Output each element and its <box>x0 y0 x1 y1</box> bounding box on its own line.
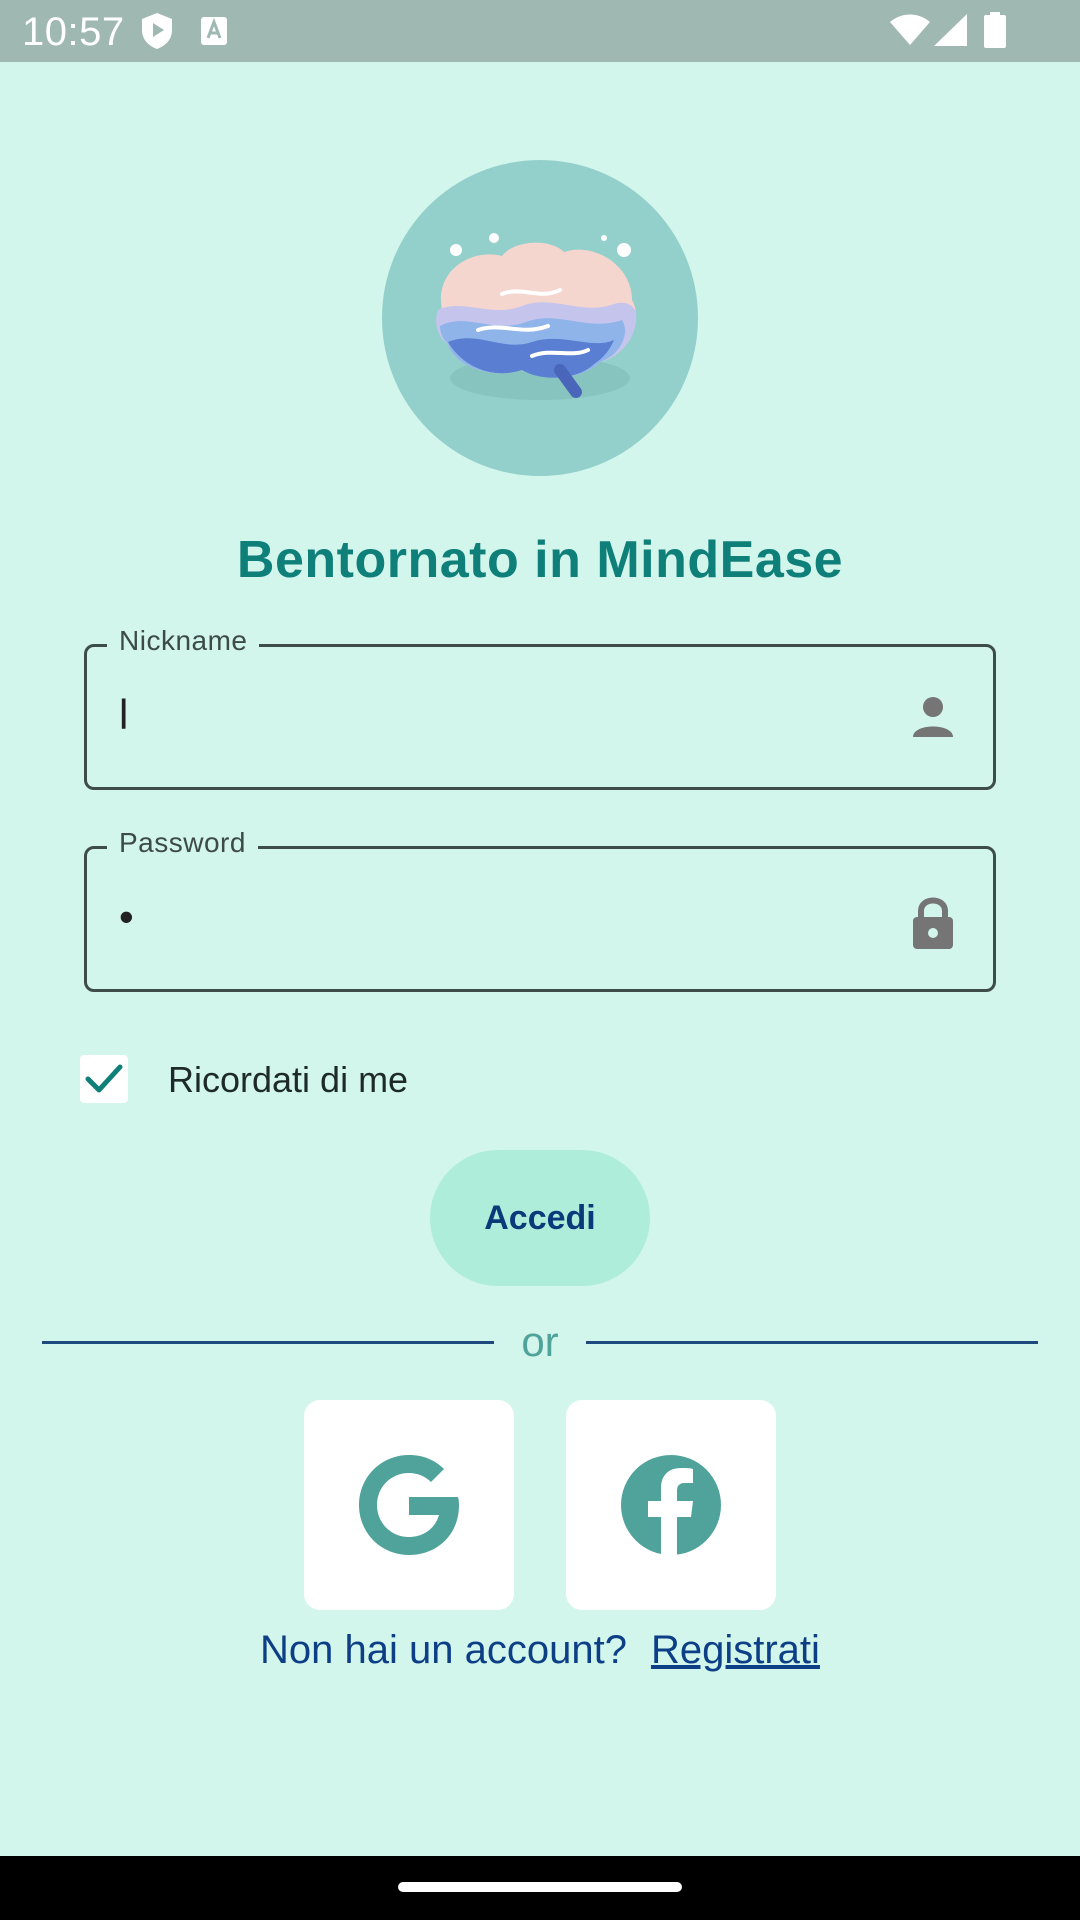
google-icon <box>359 1455 459 1555</box>
nickname-label: Nickname <box>107 625 260 657</box>
status-bar: 10:57 <box>0 0 1080 62</box>
divider-right <box>586 1341 1038 1344</box>
divider-left <box>42 1341 494 1344</box>
lock-icon <box>913 897 953 949</box>
keyboard-a-icon <box>201 17 227 45</box>
wifi-icon <box>890 14 930 45</box>
divider-or: or <box>521 1318 559 1365</box>
cellular-signal-icon <box>934 14 967 46</box>
person-icon <box>913 697 953 737</box>
nickname-field[interactable]: Nickname l <box>84 625 996 790</box>
signup-prompt: Non hai un account? Registrati <box>0 1628 1080 1673</box>
nickname-value[interactable]: l <box>119 691 128 739</box>
app-logo <box>382 160 698 476</box>
home-gesture-handle[interactable] <box>398 1882 682 1892</box>
password-field[interactable]: Password • <box>84 827 996 992</box>
login-button[interactable]: Accedi <box>430 1150 650 1286</box>
page-title: Bentornato in MindEase <box>236 531 844 589</box>
status-time: 10:57 <box>22 10 125 54</box>
remember-me-checkbox[interactable] <box>80 1055 128 1103</box>
register-link[interactable]: Registrati <box>651 1628 820 1672</box>
remember-me-label: Ricordati di me <box>168 1059 409 1100</box>
signup-question: Non hai un account? <box>260 1628 627 1672</box>
google-signin-button[interactable] <box>304 1400 514 1610</box>
facebook-icon <box>621 1455 721 1555</box>
password-label: Password <box>107 827 258 859</box>
navigation-bar <box>0 1856 1080 1920</box>
battery-icon <box>984 12 1006 48</box>
password-value[interactable]: • <box>119 893 134 941</box>
checkmark-icon <box>85 1064 123 1093</box>
brain-logo-icon <box>436 233 637 400</box>
shield-play-icon <box>142 13 172 49</box>
facebook-signin-button[interactable] <box>566 1400 776 1610</box>
